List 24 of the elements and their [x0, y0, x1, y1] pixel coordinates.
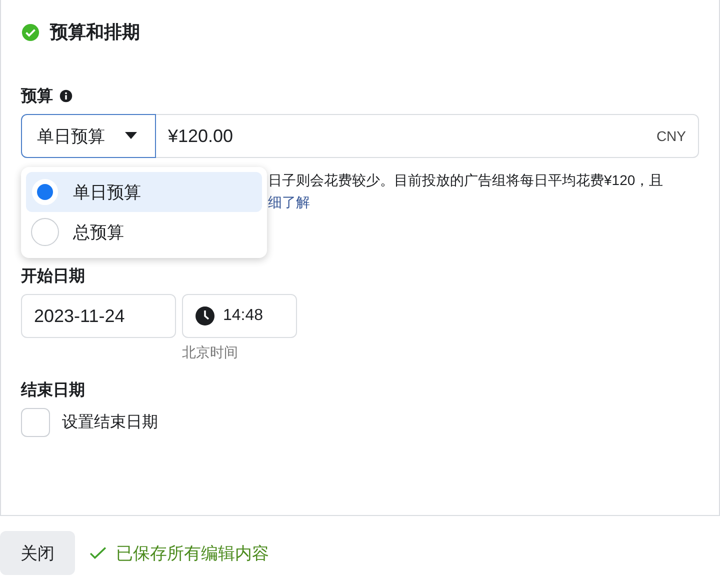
budget-description: 日子则会花费较少。目前投放的广告组将每日平均花费¥120，且 — [268, 172, 664, 188]
currency-label: CNY — [656, 128, 686, 144]
time-field[interactable]: 14:48 — [182, 294, 297, 338]
caret-icon — [125, 132, 137, 140]
end-date-label: 结束日期 — [21, 380, 85, 400]
checkbox[interactable] — [21, 408, 50, 437]
close-button[interactable]: 关闭 — [0, 531, 75, 575]
checkmark-icon — [89, 546, 107, 560]
amount-value: ¥120.00 — [168, 126, 234, 146]
check-circle-icon — [21, 22, 40, 42]
section-title: 预算和排期 — [50, 21, 140, 44]
budget-label: 预算 — [21, 86, 53, 106]
timezone-label: 北京时间 — [182, 344, 238, 362]
budget-amount-field[interactable]: ¥120.00 CNY — [156, 114, 699, 158]
budget-type-dropdown[interactable]: 单日预算 — [21, 114, 156, 158]
budget-option[interactable]: 单日预算 — [26, 172, 262, 212]
budget-option[interactable]: 总预算 — [26, 212, 262, 252]
save-status: 已保存所有编辑内容 — [116, 542, 269, 564]
start-date-label: 开始日期 — [21, 266, 85, 286]
clock-icon — [195, 306, 215, 326]
checkbox-label: 设置结束日期 — [62, 412, 158, 433]
info-icon[interactable] — [59, 89, 73, 103]
date-field[interactable]: 2023-11-24 — [21, 294, 176, 338]
learn-more-link[interactable]: 细了解 — [268, 191, 708, 213]
